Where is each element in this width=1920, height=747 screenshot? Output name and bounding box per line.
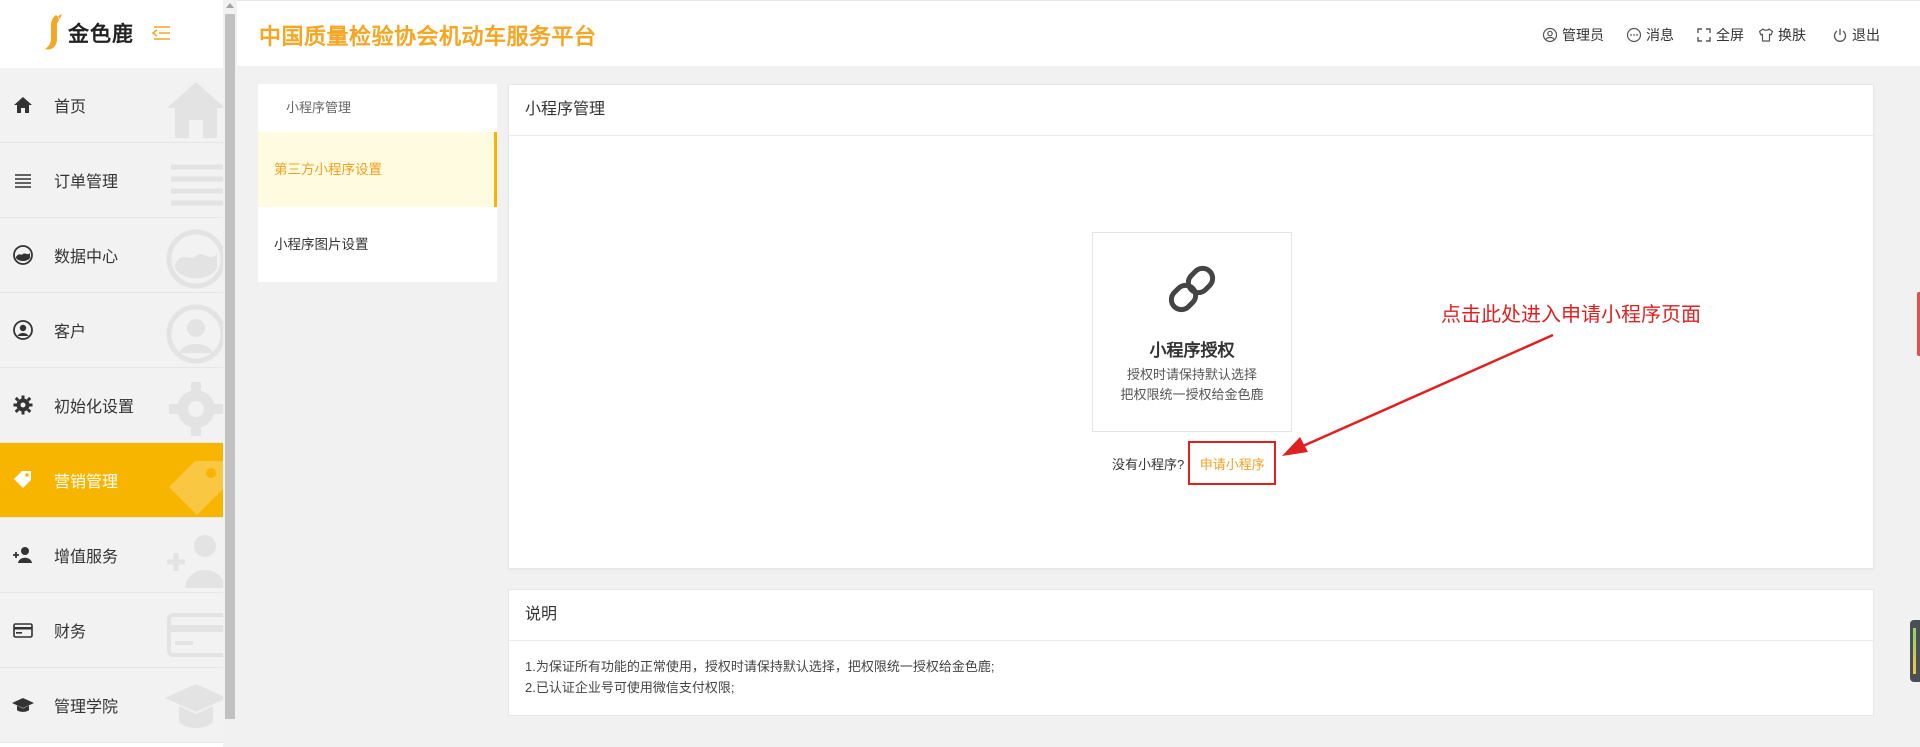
authorize-hint-1: 授权时请保持默认选择 [1126,367,1257,382]
sidebar-item-label: 订单管理 [54,174,119,191]
note-card: 说明 1.为保证所有功能的正常使用，授权时请保持默认选择，把权限统一授权给金色鹿… [508,589,1874,716]
change-skin-label: 换肤 [1778,27,1806,43]
sidebar-item-value-added[interactable]: 增值服务 [0,518,223,593]
apply-row: 没有小程序? 申请小程序 [1112,441,1277,485]
user-watermark-icon [165,303,223,365]
link-icon [1093,259,1291,324]
add-user-icon [10,542,36,568]
annotation-arrow [1282,333,1554,456]
card-icon [10,617,36,643]
note-body: 1.为保证所有功能的正常使用，授权时请保持默认选择，把权限统一授权给金色鹿; 2… [509,641,1873,698]
authorize-title: 小程序授权 [1149,341,1235,360]
list-watermark-icon [165,153,223,215]
tag-watermark-icon [165,453,223,515]
scroll-up-icon[interactable] [226,3,234,8]
fullscreen-icon [1697,28,1711,42]
tag-icon [10,467,36,493]
list-icon [10,167,36,193]
sidebar-item-label: 首页 [54,99,87,116]
logout-label: 退出 [1852,27,1880,43]
authorize-box[interactable]: 小程序授权 授权时请保持默认选择 把权限统一授权给金色鹿 [1092,232,1292,432]
submenu-panel: 小程序管理 第三方小程序设置 小程序图片设置 [258,84,497,282]
home-watermark-icon [165,78,223,140]
sidebar-item-academy[interactable]: 管理学院 [0,668,223,743]
note-line-1: 1.为保证所有功能的正常使用，授权时请保持默认选择，把权限统一授权给金色鹿; [525,659,995,674]
note-line-2: 2.已认证企业号可使用微信支付权限; [525,680,735,695]
sidebar-item-init-settings[interactable]: 初始化设置 [0,368,223,443]
messages-button[interactable]: 消息 [1626,25,1674,45]
sidebar-item-finance[interactable]: 财务 [0,593,223,668]
sidebar-item-customers[interactable]: 客户 [0,293,223,368]
sidebar-item-marketing[interactable]: 营销管理 [0,443,223,518]
sidebar-item-label: 营销管理 [54,474,119,491]
logo-row: 金色鹿 [0,0,223,66]
card-watermark-icon [165,603,223,665]
logout-button[interactable]: 退出 [1832,25,1880,45]
sidebar-item-label: 客户 [54,324,87,341]
sidebar-item-label: 初始化设置 [54,399,135,416]
add-user-watermark-icon [165,528,223,590]
fullscreen-button[interactable]: 全屏 [1696,25,1744,45]
message-icon [1626,27,1642,43]
home-icon [10,92,36,118]
scrollbar-thumb[interactable] [225,14,235,719]
admin-label: 管理员 [1562,27,1604,43]
page-title: 中国质量检验协会机动车服务平台 [259,24,597,49]
submenu-heading: 小程序管理 [286,100,352,115]
apply-prompt: 没有小程序? [1112,456,1185,472]
fullscreen-label: 全屏 [1716,27,1744,43]
sidebar-item-orders[interactable]: 订单管理 [0,143,223,218]
note-title: 说明 [509,590,1873,641]
sidebar-item-home[interactable]: 首页 [0,68,223,143]
user-circle-icon [1542,27,1558,43]
sidebar-menu: 首页 订单管理 数据中心 客户 初始化设置 营销管理 增值服务 财务 管理学院 [0,68,223,743]
messages-label: 消息 [1646,27,1674,43]
sidebar-item-label: 财务 [54,624,87,641]
change-skin-button[interactable]: 换肤 [1758,25,1806,45]
admin-button[interactable]: 管理员 [1542,25,1604,45]
gear-icon [10,392,36,418]
logo-text: 金色鹿 [68,23,134,46]
sidebar-item-label: 数据中心 [54,249,119,266]
annotation-callout: 点击此处进入申请小程序页面 [1441,304,1701,326]
shirt-icon [1758,28,1774,42]
dashboard-icon [10,242,36,268]
sidebar-inner: 金色鹿 首页 订单管理 数据中心 客户 初始化设置 营销管理 增值服务 财务 管… [0,0,223,747]
submenu-item-third-party[interactable]: 第三方小程序设置 [258,132,497,207]
top-header: 中国质量检验协会机动车服务平台 管理员 消息 全屏 换肤 退出 [237,0,1920,66]
authorize-hint-2: 把权限统一授权给金色鹿 [1120,387,1264,402]
sidebar: 金色鹿 首页 订单管理 数据中心 客户 初始化设置 营销管理 增值服务 财务 管… [0,0,237,747]
graduation-cap-watermark-icon [165,678,223,740]
sidebar-scrollbar[interactable] [223,0,237,747]
collapse-menu-icon[interactable] [150,23,172,43]
logo-mark-icon [42,13,64,53]
gear-watermark-icon [165,378,223,440]
power-icon [1833,28,1847,42]
sidebar-item-data-center[interactable]: 数据中心 [0,218,223,293]
apply-miniprogram-link[interactable]: 申请小程序 [1188,441,1277,485]
header-actions: 管理员 消息 全屏 换肤 退出 [1520,25,1880,45]
user-icon [10,317,36,343]
sidebar-item-label: 管理学院 [54,699,119,716]
card-title: 小程序管理 [509,85,1873,136]
floating-widget[interactable] [1910,620,1920,682]
graduation-cap-icon [10,692,36,718]
submenu-item-images[interactable]: 小程序图片设置 [258,207,497,282]
sidebar-item-label: 增值服务 [54,549,119,566]
dashboard-watermark-icon [165,228,223,290]
